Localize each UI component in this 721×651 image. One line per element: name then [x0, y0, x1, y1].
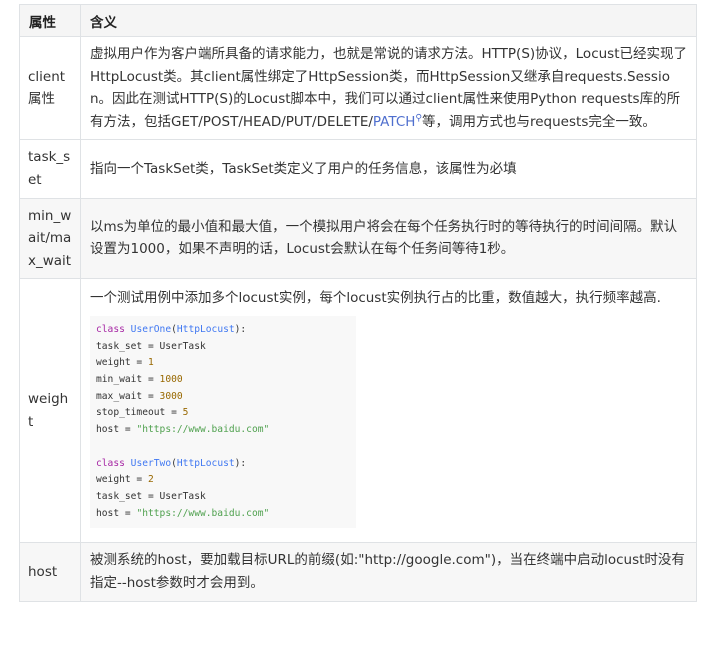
code-keyword: class	[96, 457, 125, 469]
desc-cell: 被测系统的host，要加载目标URL的前缀(如:"http://google.c…	[80, 542, 697, 602]
search-icon[interactable]: ⚲	[415, 113, 422, 123]
header-attr: 属性	[19, 4, 81, 37]
table-row: min_wait/max_wait 以ms为单位的最小值和最大值，一个模拟用户将…	[19, 197, 697, 280]
code-line: stop_timeout =	[96, 407, 183, 419]
table-row: task_set 指向一个TaskSet类，TaskSet类定义了用户的任务信息…	[19, 139, 697, 199]
code-line: task_set = UserTask	[96, 490, 206, 502]
attr-cell: client属性	[19, 35, 81, 141]
code-number: 1	[147, 357, 154, 369]
table-row: client属性 虚拟用户作为客户端所具备的请求能力，也就是常说的请求方法。HT…	[19, 35, 697, 141]
code-class-name: UserTwo	[130, 457, 172, 469]
attribute-table: 属性 含义 client属性 虚拟用户作为客户端所具备的请求能力，也就是常说的请…	[19, 4, 697, 602]
attr-cell: host	[19, 542, 81, 602]
code-line: min_wait =	[96, 374, 160, 386]
attr-cell: min_wait/max_wait	[19, 197, 81, 280]
code-class-name: UserOne	[130, 323, 172, 335]
code-line: task_set = UserTask	[96, 340, 206, 352]
code-line: max_wait =	[96, 390, 160, 402]
code-number: 1000	[159, 374, 183, 386]
attr-cell: task_set	[19, 139, 81, 199]
desc-text: 等，调用方式也与requests完全一致。	[422, 113, 656, 130]
desc-cell: 一个测试用例中添加多个locust实例，每个locust实例执行占的比重，数值越…	[80, 278, 697, 544]
code-keyword: class	[96, 323, 125, 335]
code-line: weight =	[96, 474, 148, 486]
code-block: class UserOne(HttpLocust): task_set = Us…	[90, 315, 356, 529]
code-string: "https://www.baidu.com"	[136, 424, 270, 436]
patch-link[interactable]: PATCH	[373, 114, 416, 130]
table-row: host 被测系统的host，要加载目标URL的前缀(如:"http://goo…	[19, 542, 697, 602]
code-number: 3000	[159, 390, 183, 402]
desc-cell: 指向一个TaskSet类，TaskSet类定义了用户的任务信息，该属性为必填	[80, 139, 697, 199]
code-base-class: HttpLocust	[176, 323, 235, 335]
table-row: weight 一个测试用例中添加多个locust实例，每个locust实例执行占…	[19, 278, 697, 544]
attribute-table-container: 属性 含义 client属性 虚拟用户作为客户端所具备的请求能力，也就是常说的请…	[19, 4, 697, 602]
desc-cell: 以ms为单位的最小值和最大值，一个模拟用户将会在每个任务执行时的等待执行的时间间…	[80, 197, 697, 280]
code-line: host =	[96, 424, 137, 436]
desc-cell: 虚拟用户作为客户端所具备的请求能力，也就是常说的请求方法。HTTP(S)协议，L…	[80, 35, 697, 141]
desc-text: 一个测试用例中添加多个locust实例，每个locust实例执行占的比重，数值越…	[90, 290, 661, 307]
attr-cell: weight	[19, 278, 81, 544]
code-number: 2	[147, 474, 154, 486]
code-line: weight =	[96, 357, 148, 369]
header-meaning: 含义	[80, 4, 697, 37]
code-number: 5	[182, 407, 189, 419]
code-string: "https://www.baidu.com"	[136, 507, 270, 519]
table-header-row: 属性 含义	[19, 4, 697, 37]
code-line: host =	[96, 507, 137, 519]
code-base-class: HttpLocust	[176, 457, 235, 469]
